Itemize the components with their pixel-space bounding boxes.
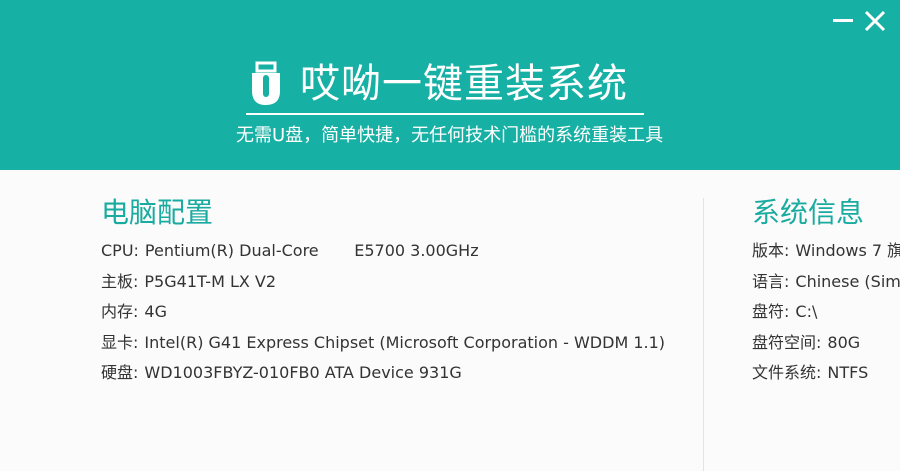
info-label: CPU: <box>101 241 139 260</box>
info-value: Windows 7 旗 <box>795 241 900 260</box>
info-label: 文件系统: <box>752 363 822 382</box>
system-section-title: 系统信息 <box>752 196 865 229</box>
close-icon <box>864 10 886 32</box>
info-value: Intel(R) G41 Express Chipset (Microsoft … <box>144 333 666 352</box>
info-label: 版本: <box>752 241 790 260</box>
system-row-drive: 盘符: C:\ <box>752 301 817 323</box>
info-value: C:\ <box>795 302 818 321</box>
usb-drive-icon <box>252 61 280 105</box>
minimize-button[interactable] <box>826 4 860 38</box>
app-slogan: 无需U盘，简单快捷，无任何技术门槛的系统重装工具 <box>236 125 664 146</box>
info-label: 语言: <box>752 272 790 291</box>
info-value: P5G41T-M LX V2 <box>144 272 277 291</box>
info-label: 盘符空间: <box>752 333 822 352</box>
info-value: NTFS <box>827 363 869 382</box>
title-underline <box>246 113 644 115</box>
info-value: 80G <box>827 333 861 352</box>
system-row-filesystem: 文件系统: NTFS <box>752 362 868 384</box>
info-value: WD1003FBYZ-010FB0 ATA Device 931G <box>144 363 462 382</box>
close-button[interactable] <box>858 4 892 38</box>
info-label: 内存: <box>101 302 139 321</box>
system-row-version: 版本: Windows 7 旗 <box>752 240 900 262</box>
app-title: 哎呦一键重装系统 <box>300 61 628 107</box>
minimize-icon <box>833 19 853 22</box>
system-row-language: 语言: Chinese (Simp <box>752 271 900 293</box>
info-value: Pentium(R) Dual-Core E5700 3.00GHz <box>144 241 479 260</box>
brand: 哎呦一键重装系统 <box>246 58 650 110</box>
info-label: 盘符: <box>752 302 790 321</box>
info-value: Chinese (Simp <box>795 272 900 291</box>
hardware-row-disk: 硬盘: WD1003FBYZ-010FB0 ATA Device 931G <box>101 362 462 384</box>
info-label: 主板: <box>101 272 139 291</box>
hardware-row-memory: 内存: 4G <box>101 301 167 323</box>
info-label: 显卡: <box>101 333 139 352</box>
system-row-drive-space: 盘符空间: 80G <box>752 332 860 354</box>
hardware-section-title: 电脑配置 <box>101 196 214 229</box>
hardware-row-graphics: 显卡: Intel(R) G41 Express Chipset (Microso… <box>101 332 665 354</box>
hardware-row-motherboard: 主板: P5G41T-M LX V2 <box>101 271 276 293</box>
info-value: 4G <box>144 302 167 321</box>
hardware-row-cpu: CPU: Pentium(R) Dual-Core E5700 3.00GHz <box>101 240 479 262</box>
info-label: 硬盘: <box>101 363 139 382</box>
section-divider <box>703 198 704 471</box>
app-header: 哎呦一键重装系统 无需U盘，简单快捷，无任何技术门槛的系统重装工具 <box>0 0 900 170</box>
